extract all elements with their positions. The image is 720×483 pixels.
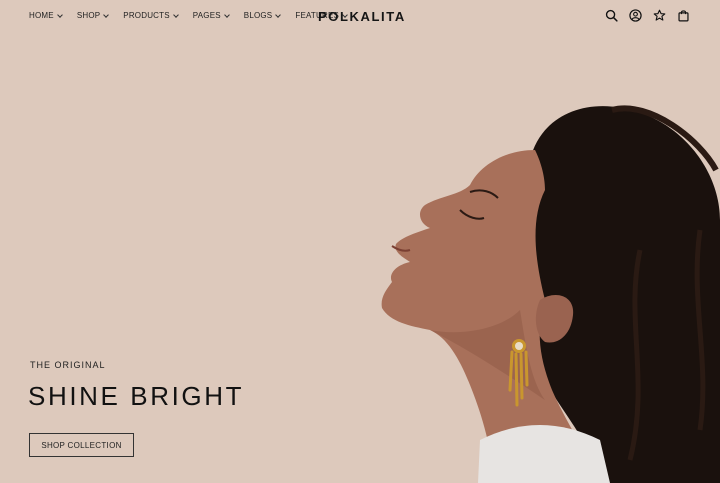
chevron-down-icon (172, 11, 179, 18)
nav-item-blogs[interactable]: BLOGS (243, 11, 282, 20)
site-logo[interactable]: POLKALITA (318, 9, 406, 24)
nav-item-shop[interactable]: SHOP (76, 11, 110, 20)
nav-item-label: PRODUCTS (123, 11, 170, 20)
search-icon[interactable] (605, 9, 618, 22)
nav-item-label: BLOGS (243, 11, 273, 20)
site-header: HOME SHOP PRODUCTS PAGES BLOGS FEATURES … (0, 0, 720, 34)
nav-item-products[interactable]: PRODUCTS (123, 11, 179, 20)
hero-headline: SHINE BRIGHT (28, 381, 245, 411)
header-icons (605, 9, 690, 22)
chevron-down-icon (103, 11, 110, 18)
nav-item-home[interactable]: HOME (29, 11, 63, 20)
nav-item-pages[interactable]: PAGES (192, 11, 230, 20)
cart-bag-icon[interactable] (677, 9, 690, 22)
account-icon[interactable] (629, 9, 642, 22)
chevron-down-icon (56, 11, 63, 18)
chevron-down-icon (275, 11, 282, 18)
nav-item-label: PAGES (192, 11, 221, 20)
chevron-down-icon (223, 11, 230, 18)
shop-collection-button[interactable]: SHOP COLLECTION (29, 433, 134, 457)
hero-eyebrow: THE ORIGINAL (30, 360, 106, 370)
nav-item-label: HOME (29, 11, 54, 20)
main-nav: HOME SHOP PRODUCTS PAGES BLOGS FEATURES (29, 11, 362, 20)
wishlist-star-icon[interactable] (653, 9, 666, 22)
nav-item-label: SHOP (76, 11, 101, 20)
